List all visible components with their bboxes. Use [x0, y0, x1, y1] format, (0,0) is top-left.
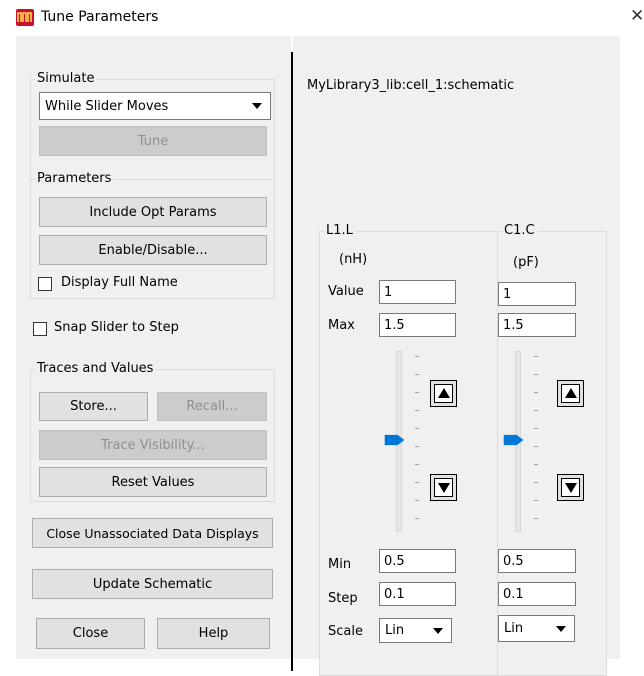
close-icon[interactable]: ✕ [630, 6, 644, 26]
step-up-button-c1c[interactable] [557, 380, 584, 407]
value-input-l1l[interactable]: 1 [379, 280, 456, 304]
step-down-button-c1c[interactable] [557, 474, 584, 501]
snap-slider-checkbox[interactable] [33, 322, 47, 336]
tune-button[interactable]: Tune [39, 126, 267, 156]
simulate-mode-value: While Slider Moves [45, 98, 169, 114]
reset-values-button[interactable]: Reset Values [39, 467, 267, 497]
include-opt-params-button[interactable]: Include Opt Params [39, 197, 267, 227]
title-bar: Tune Parameters ✕ [0, 0, 644, 36]
chevron-down-icon [556, 625, 566, 632]
step-label-l1l: Step [328, 591, 358, 606]
traces-group-label: Traces and Values [35, 361, 156, 377]
left-panel: Simulate While Slider Moves Tune Paramet… [16, 36, 291, 659]
triangle-down-icon [565, 483, 577, 493]
value-label-l1l: Value [328, 284, 364, 299]
scale-select-c1c[interactable]: Lin [498, 615, 575, 642]
min-input-l1l[interactable]: 0.5 [379, 549, 456, 573]
close-unassociated-button[interactable]: Close Unassociated Data Displays [32, 518, 273, 548]
snap-slider-label: Snap Slider to Step [54, 320, 179, 335]
param-unit-l1l: (nH) [339, 252, 368, 267]
display-full-name-checkbox[interactable] [38, 277, 52, 291]
triangle-up-icon [438, 388, 450, 398]
display-full-name-label: Display Full Name [61, 275, 178, 290]
app-logo-icon [16, 9, 34, 26]
store-button[interactable]: Store... [39, 392, 148, 421]
step-input-l1l[interactable]: 0.1 [379, 582, 456, 606]
triangle-down-icon [438, 483, 450, 493]
design-name-label: MyLibrary3_lib:cell_1:schematic [307, 78, 515, 93]
param-name-c1c: C1.C [502, 223, 537, 239]
min-label-l1l: Min [328, 557, 352, 572]
right-panel: MyLibrary3_lib:cell_1:schematic L1.L (nH… [293, 36, 620, 676]
recall-button[interactable]: Recall... [157, 392, 267, 421]
slider-thumb-icon[interactable] [503, 434, 525, 446]
chevron-down-icon [252, 103, 262, 109]
max-label-l1l: Max [328, 318, 355, 333]
value-input-c1c[interactable]: 1 [498, 282, 576, 306]
trace-visibility-button[interactable]: Trace Visibility... [39, 430, 267, 460]
param-name-l1l: L1.L [324, 223, 355, 239]
scale-label-l1l: Scale [328, 624, 363, 639]
scale-value-l1l: Lin [385, 623, 405, 638]
step-input-c1c[interactable]: 0.1 [498, 582, 576, 606]
enable-disable-button[interactable]: Enable/Disable... [39, 235, 267, 265]
triangle-up-icon [565, 388, 577, 398]
simulate-group-label: Simulate [35, 71, 97, 87]
parameters-group-label: Parameters [35, 171, 114, 187]
scale-select-l1l[interactable]: Lin [379, 618, 452, 643]
step-down-button-l1l[interactable] [430, 474, 457, 501]
close-button[interactable]: Close [36, 618, 145, 649]
update-schematic-button[interactable]: Update Schematic [32, 569, 273, 599]
window-title: Tune Parameters [41, 9, 159, 25]
help-button[interactable]: Help [157, 618, 270, 649]
scale-value-c1c: Lin [504, 621, 524, 636]
chevron-down-icon [433, 627, 443, 634]
param-unit-c1c: (pF) [513, 255, 539, 270]
max-input-l1l[interactable]: 1.5 [379, 313, 456, 337]
slider-thumb-icon[interactable] [384, 434, 406, 446]
simulate-mode-select[interactable]: While Slider Moves [39, 92, 271, 120]
min-input-c1c[interactable]: 0.5 [498, 549, 576, 573]
step-up-button-l1l[interactable] [430, 380, 457, 407]
max-input-c1c[interactable]: 1.5 [498, 313, 576, 337]
